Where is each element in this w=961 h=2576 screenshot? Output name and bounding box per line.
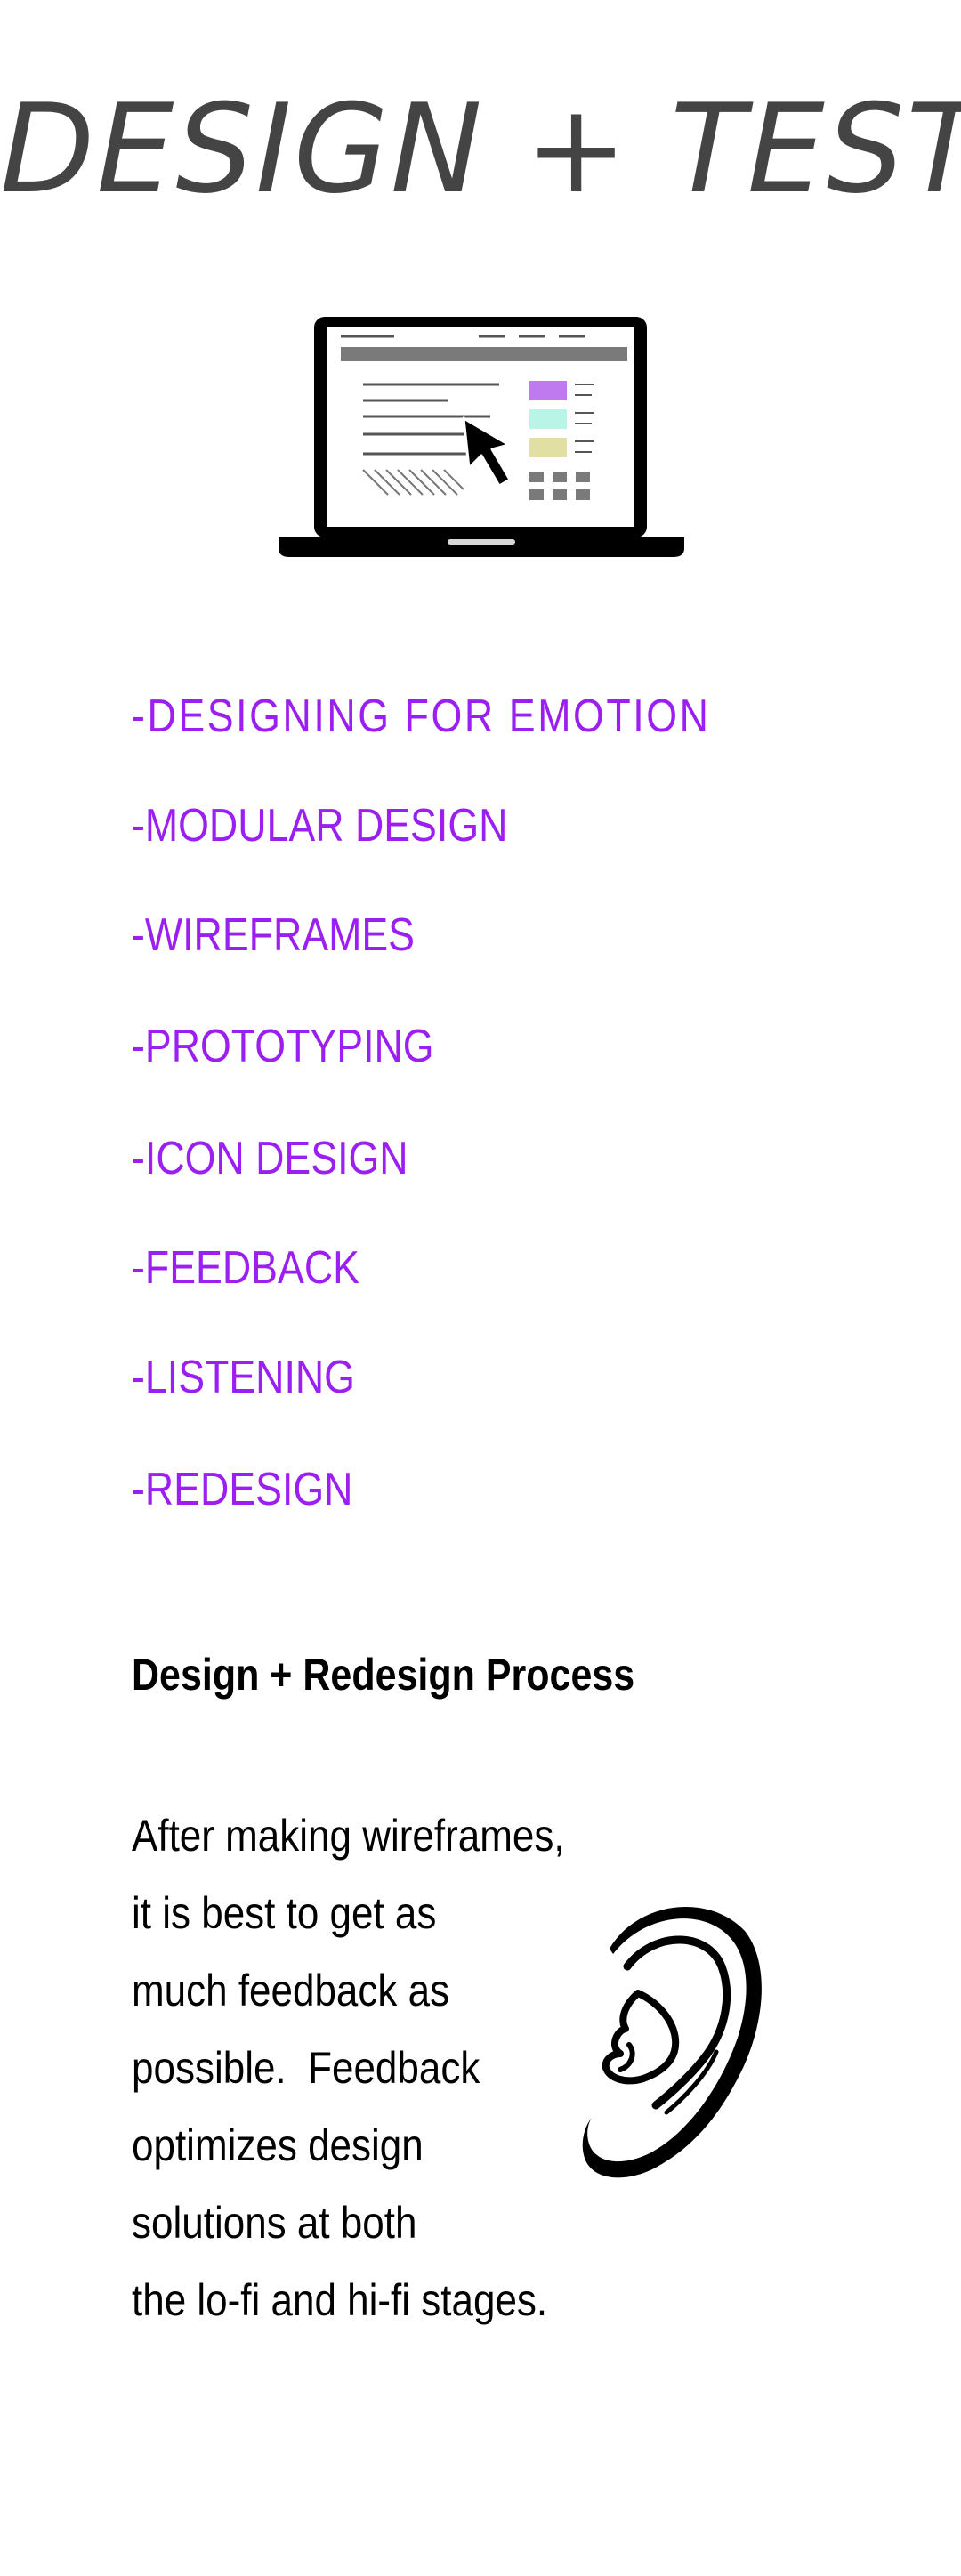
body-line: much feedback as — [132, 1966, 450, 2015]
page-title: DESIGN + TEST — [0, 77, 961, 221]
body-line: possible. Feedback — [132, 2043, 480, 2093]
topic-item-wireframes: -WIREFRAMES — [132, 909, 415, 961]
body-line: After making wireframes, — [132, 1811, 565, 1861]
topic-item-feedback: -FEEDBACK — [132, 1242, 359, 1294]
body-paragraph: After making wireframes, it is best to g… — [132, 1797, 565, 2339]
section-heading: Design + Redesign Process — [132, 1650, 635, 1700]
body-line: the lo-fi and hi-fi stages. — [132, 2275, 548, 2325]
topic-item-modular-design: -MODULAR DESIGN — [132, 800, 508, 852]
laptop-wireframe-icon — [279, 317, 684, 557]
page: DESIGN + TEST -DESIGNING FOR EMOTION -MO… — [0, 0, 961, 2576]
topic-item-prototyping: -PROTOTYPING — [132, 1021, 434, 1072]
body-line: optimizes design — [132, 2120, 424, 2170]
topic-item-designing-for-emotion: -DESIGNING FOR EMOTION — [132, 690, 711, 742]
topic-item-listening: -LISTENING — [132, 1352, 355, 1403]
ear-icon — [582, 1907, 762, 2178]
topic-item-icon-design: -ICON DESIGN — [132, 1133, 408, 1184]
body-line: solutions at both — [132, 2198, 417, 2248]
body-line: it is best to get as — [132, 1888, 437, 1938]
topic-item-redesign: -REDESIGN — [132, 1464, 353, 1515]
